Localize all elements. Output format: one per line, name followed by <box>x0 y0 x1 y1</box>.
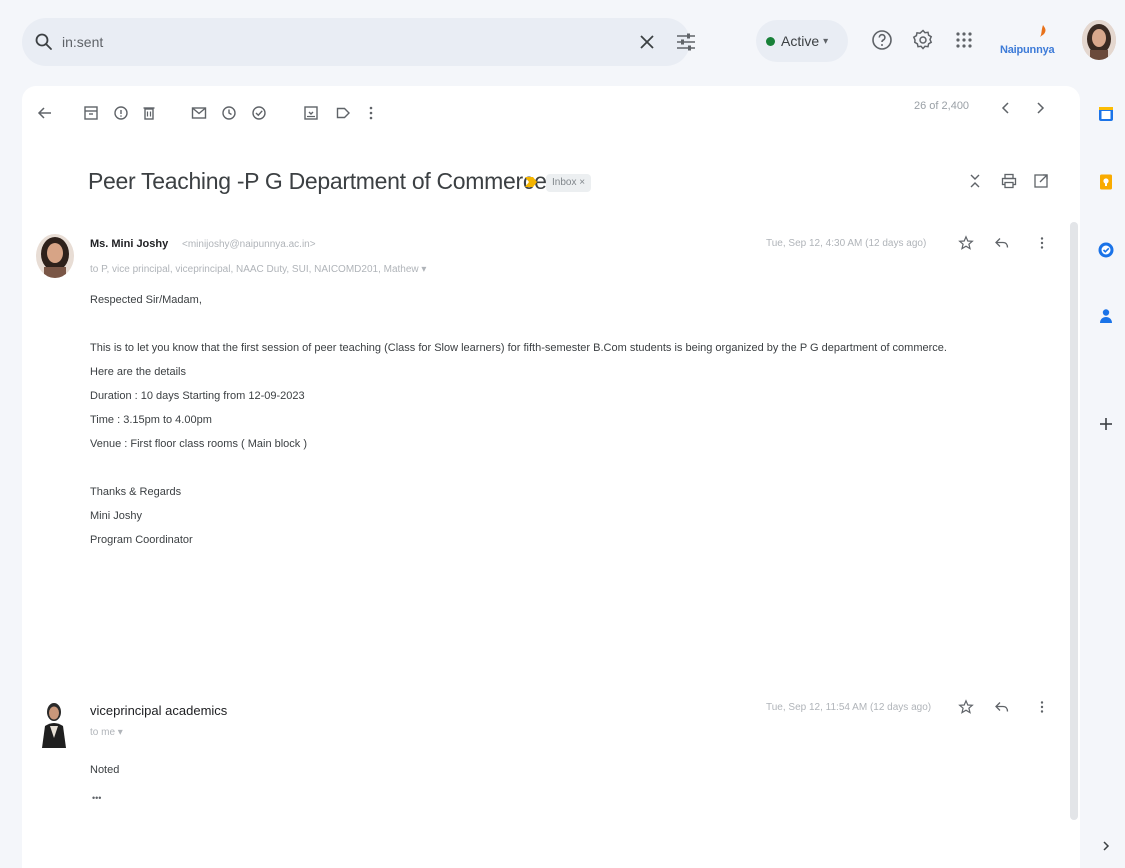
tasks-icon[interactable] <box>1096 240 1116 260</box>
brand-logo[interactable]: Naipunnya <box>1000 25 1074 58</box>
help-icon[interactable] <box>870 28 894 52</box>
apps-icon[interactable] <box>952 28 976 52</box>
message-paragraph: This is to let you know that the first s… <box>90 342 947 354</box>
status-dot <box>766 36 775 46</box>
settings-icon[interactable] <box>911 28 935 52</box>
recipients-line[interactable]: to P, vice principal, viceprincipal, NAA… <box>90 264 426 275</box>
account-avatar[interactable] <box>1082 20 1116 60</box>
sender-email: <minijoshy@naipunnya.ac.in> <box>182 239 316 250</box>
calendar-icon[interactable] <box>1096 104 1116 124</box>
add-task-icon[interactable] <box>250 104 268 122</box>
brand-name: Naipunnya <box>1000 44 1055 56</box>
user-photo-icon <box>1082 20 1116 60</box>
signature-line: Program Coordinator <box>90 534 193 546</box>
sender-avatar[interactable] <box>36 234 74 278</box>
label-icon[interactable] <box>334 104 352 122</box>
thread-subject: Peer Teaching -P G Department of Commerc… <box>88 168 547 194</box>
archive-icon[interactable] <box>82 104 100 122</box>
status-chip[interactable]: Active ▾ <box>756 20 848 62</box>
open-new-window-icon[interactable] <box>1032 172 1050 190</box>
star-icon[interactable] <box>958 699 974 715</box>
reply-icon[interactable] <box>994 699 1010 715</box>
star-icon[interactable] <box>958 235 974 251</box>
contacts-icon[interactable] <box>1096 306 1116 326</box>
chevron-left-icon[interactable] <box>998 100 1014 116</box>
move-to-icon[interactable] <box>302 104 320 122</box>
detail-time: Time : 3.15pm to 4.00pm <box>90 414 212 426</box>
chevron-right-icon[interactable] <box>1032 100 1048 116</box>
snooze-icon[interactable] <box>220 104 238 122</box>
show-trimmed-content-button[interactable]: ••• <box>92 792 101 805</box>
user-photo-icon <box>36 698 72 750</box>
reply-icon[interactable] <box>994 235 1010 251</box>
details-intro: Here are the details <box>90 366 186 378</box>
detail-duration: Duration : 10 days Starting from 12-09-2… <box>90 390 305 402</box>
search-bar[interactable] <box>22 18 695 66</box>
expand-chevron-icon[interactable] <box>1096 836 1116 856</box>
sender-name[interactable]: viceprincipal academics <box>90 703 227 718</box>
inbox-label-chip[interactable]: Inbox × <box>546 174 592 192</box>
more-vert-icon[interactable] <box>1034 235 1050 251</box>
print-icon[interactable] <box>1000 172 1018 190</box>
back-arrow-icon[interactable] <box>36 104 54 122</box>
more-vert-icon[interactable] <box>362 104 380 122</box>
user-photo-icon <box>36 234 74 278</box>
scrollbar[interactable] <box>1070 222 1078 820</box>
search-icon[interactable] <box>34 32 54 52</box>
close-icon[interactable] <box>636 31 658 53</box>
message-date: Tue, Sep 12, 11:54 AM (12 days ago) <box>766 702 932 713</box>
important-marker-icon[interactable] <box>524 176 538 188</box>
flame-icon <box>1040 25 1046 37</box>
chevron-down-icon: ▾ <box>823 35 829 47</box>
recipients-line[interactable]: to me ▾ <box>90 727 123 738</box>
message-body: Noted <box>90 764 120 776</box>
message-date: Tue, Sep 12, 4:30 AM (12 days ago) <box>766 238 927 249</box>
mark-unread-icon[interactable] <box>190 104 208 122</box>
add-icon[interactable] <box>1096 414 1116 434</box>
tune-icon[interactable] <box>674 31 698 53</box>
collapse-all-icon[interactable] <box>966 172 984 190</box>
delete-icon[interactable] <box>140 104 158 122</box>
keep-icon[interactable] <box>1096 172 1116 192</box>
detail-venue: Venue : First floor class rooms ( Main b… <box>90 438 308 450</box>
report-spam-icon[interactable] <box>112 104 130 122</box>
sender-avatar[interactable] <box>36 698 72 750</box>
message-greeting: Respected Sir/Madam, <box>90 294 202 306</box>
top-bar: Active ▾ Naipunnya <box>0 0 1125 86</box>
status-label: Active <box>781 33 820 49</box>
sender-name[interactable]: Ms. Mini Joshy <box>90 238 168 250</box>
signature-line: Thanks & Regards <box>90 486 182 498</box>
mail-view: 26 of 2,400 Peer Teaching -P G Departmen… <box>22 86 1080 868</box>
more-vert-icon[interactable] <box>1034 699 1050 715</box>
pager-text: 26 of 2,400 <box>914 100 970 112</box>
signature-line: Mini Joshy <box>90 510 142 522</box>
search-input[interactable] <box>62 30 582 54</box>
